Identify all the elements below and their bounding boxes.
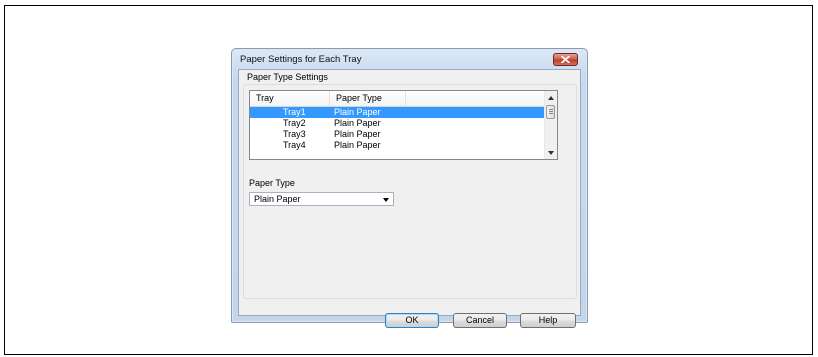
- list-rows: Tray1 Plain Paper Tray2 Plain Paper Tray…: [250, 107, 546, 151]
- dialog-client-area: Paper Type Settings Tray Paper Type Tray…: [238, 69, 581, 328]
- dropdown-arrow-icon: [383, 198, 389, 202]
- thumb-grip-line: [549, 113, 553, 114]
- column-header-paper-type[interactable]: Paper Type: [330, 91, 406, 106]
- close-button[interactable]: [553, 53, 578, 66]
- tray-paper-type: Plain Paper: [334, 129, 381, 139]
- scroll-up-button[interactable]: [545, 92, 557, 103]
- tray-name: Tray1: [283, 107, 306, 117]
- tray-list[interactable]: Tray Paper Type Tray1 Plain Paper Tray2 …: [249, 90, 558, 160]
- tray-paper-type: Plain Paper: [334, 107, 381, 117]
- paper-type-selected-value: Plain Paper: [254, 194, 301, 204]
- paper-type-dropdown[interactable]: Plain Paper: [249, 192, 394, 206]
- tray-name: Tray4: [283, 140, 306, 150]
- close-icon: [561, 56, 570, 63]
- help-button[interactable]: Help: [520, 313, 576, 328]
- tray-paper-type: Plain Paper: [334, 140, 381, 150]
- thumb-grip-line: [549, 109, 553, 110]
- list-row-tray4[interactable]: Tray4 Plain Paper: [250, 140, 546, 151]
- group-label: Paper Type Settings: [246, 72, 329, 82]
- paper-type-label: Paper Type: [249, 178, 295, 188]
- ok-button[interactable]: OK: [385, 313, 439, 328]
- cancel-button[interactable]: Cancel: [453, 313, 507, 328]
- list-row-tray1[interactable]: Tray1 Plain Paper: [250, 107, 546, 118]
- tray-name: Tray3: [283, 129, 306, 139]
- list-row-tray3[interactable]: Tray3 Plain Paper: [250, 129, 546, 140]
- list-header: Tray Paper Type: [250, 91, 546, 107]
- list-scrollbar[interactable]: [544, 91, 557, 159]
- tray-paper-type: Plain Paper: [334, 118, 381, 128]
- thumb-grip-line: [549, 111, 553, 112]
- chevron-up-icon: [548, 95, 554, 100]
- paper-settings-dialog: Paper Settings for Each Tray Paper Type …: [231, 48, 588, 328]
- scroll-thumb[interactable]: [546, 105, 555, 119]
- list-row-tray2[interactable]: Tray2 Plain Paper: [250, 118, 546, 129]
- scroll-down-button[interactable]: [545, 147, 557, 158]
- tray-name: Tray2: [283, 118, 306, 128]
- dialog-title: Paper Settings for Each Tray: [240, 54, 362, 65]
- column-header-tray[interactable]: Tray: [250, 91, 330, 106]
- chevron-down-icon: [548, 150, 554, 155]
- title-bar[interactable]: Paper Settings for Each Tray: [232, 49, 587, 69]
